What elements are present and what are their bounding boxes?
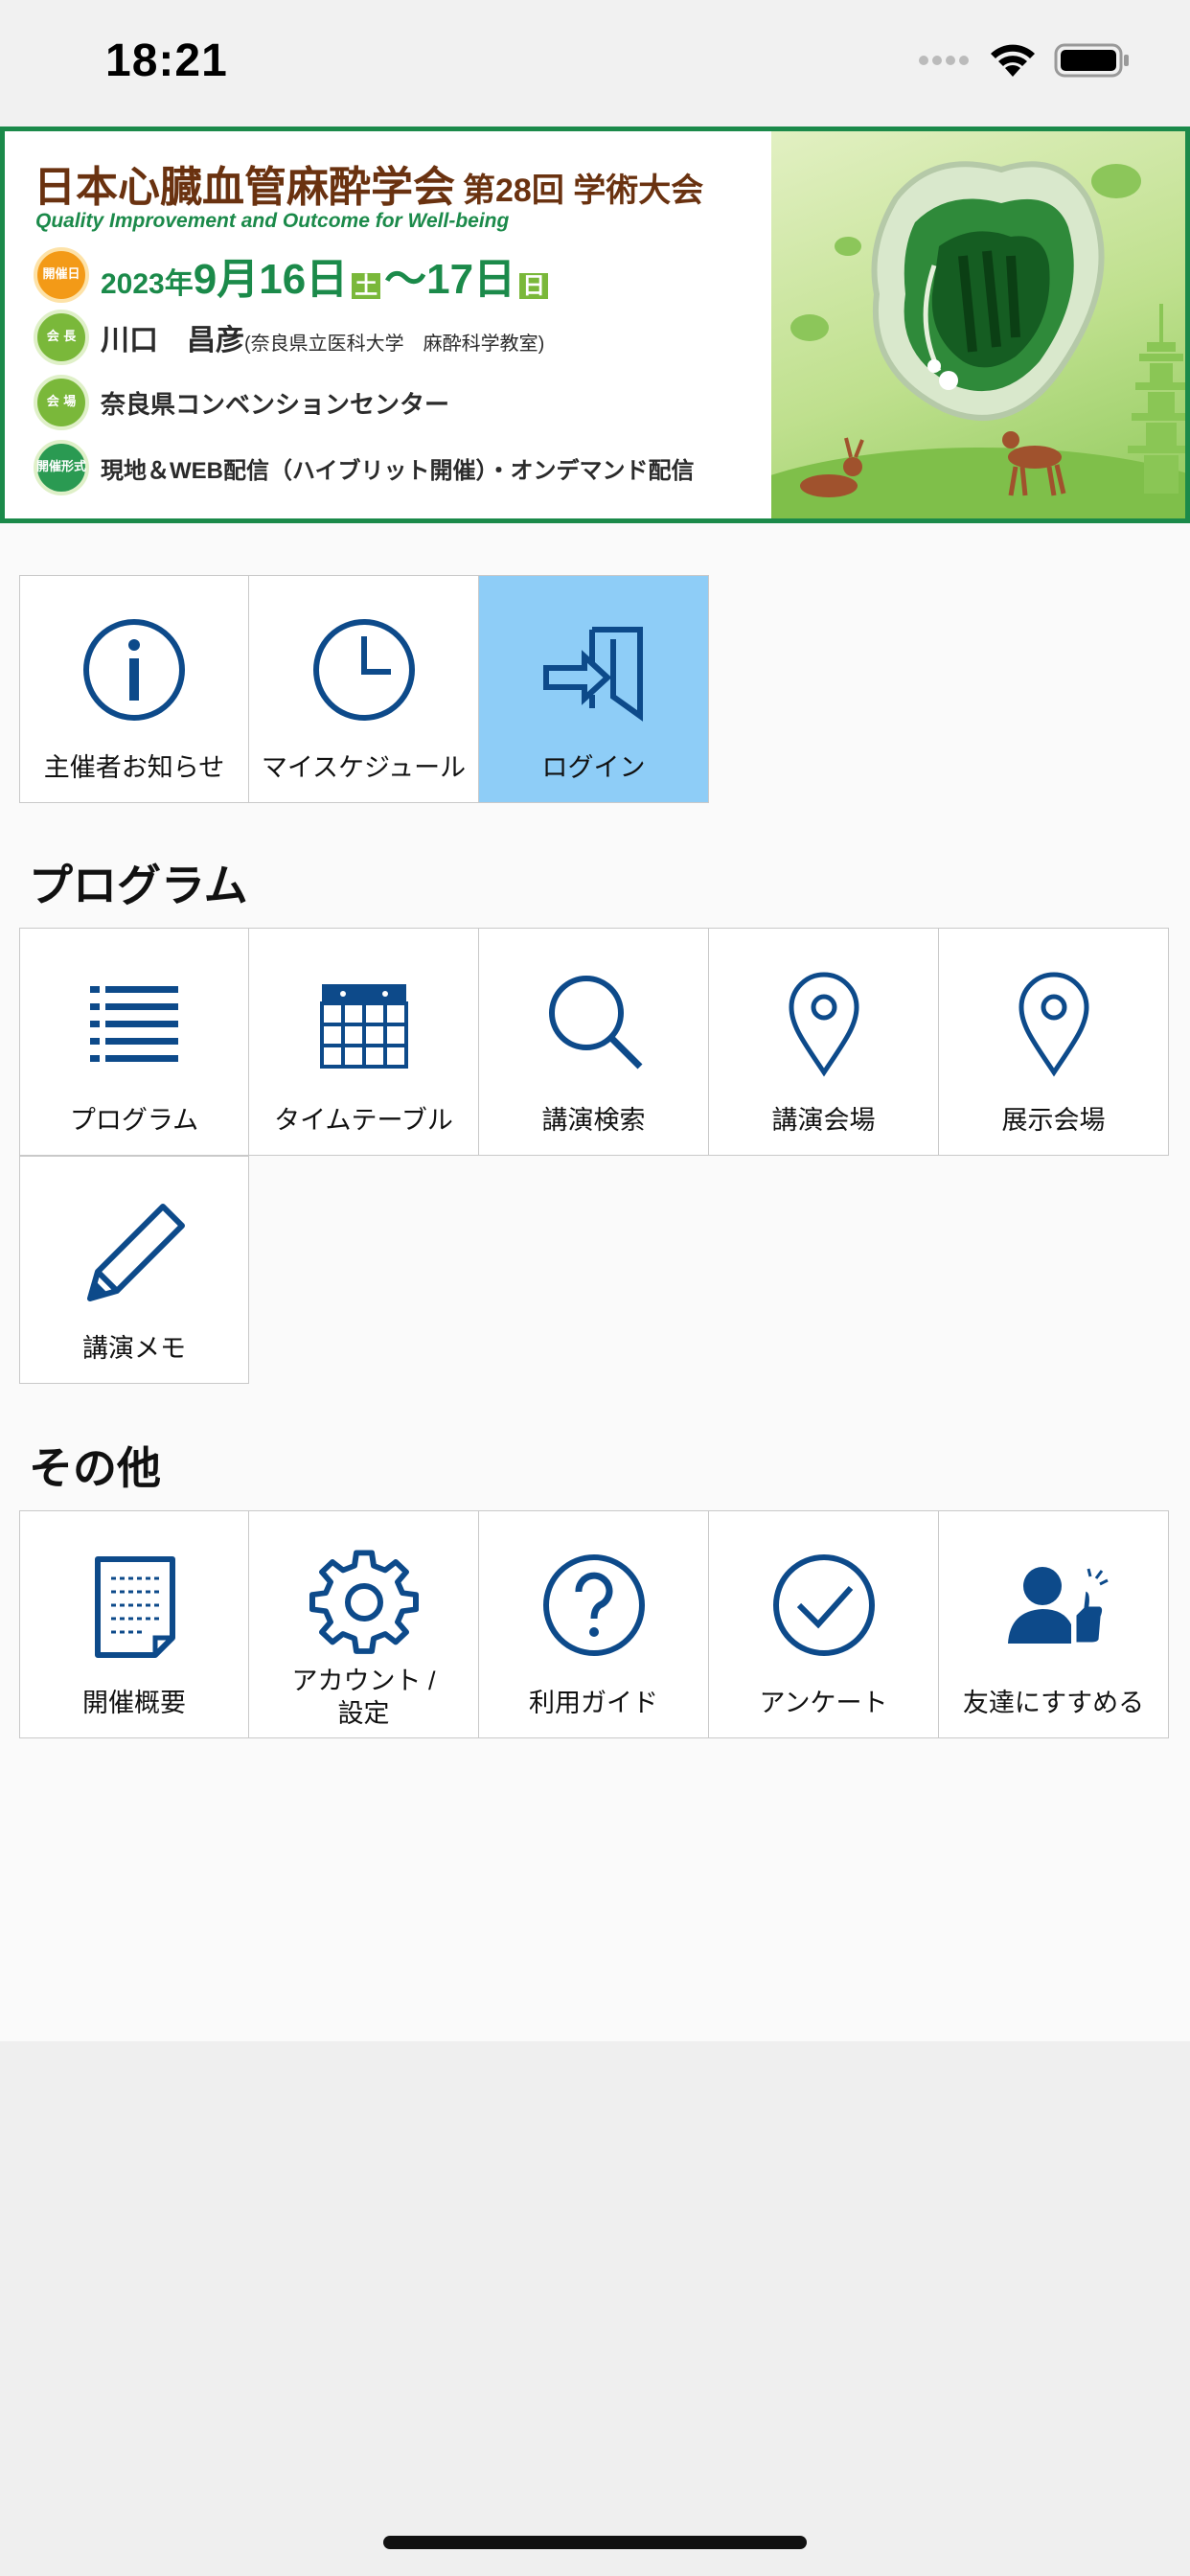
search-icon — [548, 976, 642, 1070]
tile-login[interactable]: ログイン — [479, 575, 709, 803]
document-icon — [95, 1556, 175, 1658]
tile-my-schedule[interactable]: マイスケジュール — [249, 575, 479, 803]
tile-event-overview[interactable]: 開催概要 — [19, 1510, 249, 1738]
tile-lecture-search[interactable]: 講演検索 — [479, 928, 709, 1156]
home-indicator[interactable] — [383, 2536, 807, 2549]
tile-timetable[interactable]: タイムテーブル — [249, 928, 479, 1156]
venue-badge: 会 場 — [34, 375, 89, 430]
banner-heart-illustration — [698, 131, 1185, 518]
tile-label: タイムテーブル — [274, 1106, 453, 1135]
banner-title: 日本心臓血管麻酔学会 第28回 学術大会 — [34, 152, 703, 214]
banner-title-main: 日本心臓血管麻酔学会 — [34, 164, 455, 211]
tile-program[interactable]: プログラム — [19, 928, 249, 1156]
president-name: 川口 昌彦 — [101, 325, 244, 356]
tile-label: マイスケジュール — [261, 753, 467, 782]
other-section-title: その他 — [29, 1443, 161, 1493]
status-bar: 18:21 — [0, 0, 1190, 126]
program-row-1: プログラム タイムテーブル 講演検索 講演会場 展示会場 — [19, 928, 1169, 1156]
tile-label-line2: 設定 — [337, 1699, 390, 1728]
president-text: 川口 昌彦(奈良県立医科大学 麻酔科学教室) — [101, 316, 544, 358]
president-badge: 会 長 — [34, 310, 89, 365]
tile-label: 講演会場 — [771, 1106, 876, 1135]
wifi-icon — [991, 44, 1035, 77]
tile-label: 利用ガイド — [529, 1689, 658, 1717]
banner-president-row: 会 長 川口 昌彦(奈良県立医科大学 麻酔科学教室) — [34, 310, 544, 365]
date-main: 9月16日 — [193, 256, 349, 303]
tile-label: 講演メモ — [82, 1334, 186, 1363]
program-section-title: プログラム — [29, 861, 248, 910]
tile-label: 講演検索 — [541, 1106, 646, 1135]
tile-label: プログラム — [69, 1106, 199, 1135]
signal-icon — [919, 56, 969, 65]
tile-label: ログイン — [541, 753, 646, 782]
banner-date: 2023年9月16日土～17日日 — [101, 244, 549, 306]
heart-illustration — [698, 161, 1185, 518]
clock-icon — [312, 619, 415, 721]
tile-label-multiline: アカウント / 設定 — [249, 1665, 478, 1730]
tile-label: 展示会場 — [1001, 1106, 1106, 1135]
venue-name: 奈良県コンベンションセンター — [101, 389, 450, 419]
banner-format-row: 開催形式 現地＆WEB配信（ハイブリット開催）・オンデマンド配信 — [34, 440, 695, 495]
tile-account-settings[interactable]: アカウント / 設定 — [249, 1510, 479, 1738]
location-pin-icon — [788, 972, 859, 1077]
banner-info: 日本心臓血管麻酔学会 第28回 学術大会 Quality Improvement … — [5, 131, 771, 518]
tile-lecture-memo[interactable]: 講演メモ — [19, 1156, 249, 1384]
pencil-icon — [87, 1204, 185, 1301]
format-text: 現地＆WEB配信（ハイブリット開催）・オンデマンド配信 — [101, 457, 695, 484]
date-badge: 開催日 — [34, 247, 89, 303]
tile-survey[interactable]: アンケート — [709, 1510, 939, 1738]
main-content: 主催者お知らせ マイスケジュール ログイン プログラム プログラム タイムテーブ… — [0, 523, 1190, 2041]
tile-label: 開催概要 — [82, 1689, 186, 1717]
calendar-icon — [319, 984, 408, 1069]
status-time: 18:21 — [105, 35, 228, 86]
date-year: 2023年 — [101, 268, 194, 300]
login-icon — [542, 627, 643, 722]
battery-icon — [1054, 43, 1129, 78]
date-sun-badge: 日 — [519, 273, 549, 299]
check-circle-icon — [772, 1554, 875, 1656]
banner-title-suffix: 第28回 学術大会 — [463, 172, 704, 209]
conference-banner: 日本心臓血管麻酔学会 第28回 学術大会 Quality Improvement … — [0, 126, 1190, 523]
president-affiliation: (奈良県立医科大学 麻酔科学教室) — [244, 334, 545, 355]
program-row-2: 講演メモ — [19, 1156, 249, 1384]
gear-icon — [309, 1550, 419, 1654]
status-icons — [918, 42, 1131, 79]
tile-recommend-friend[interactable]: 友達にすすめる — [939, 1510, 1169, 1738]
banner-subtitle: Quality Improvement and Outcome for Well… — [35, 210, 510, 232]
location-pin-icon — [1018, 972, 1089, 1077]
date-tilde: ～17日 — [384, 256, 516, 303]
other-row: 開催概要 アカウント / 設定 利用ガイド アンケート 友達にすすめる — [19, 1510, 1169, 1738]
tile-label: 主催者お知らせ — [43, 753, 225, 782]
info-icon — [83, 619, 185, 721]
recommend-icon — [1007, 1567, 1109, 1645]
tile-label: アンケート — [759, 1689, 888, 1717]
banner-date-row: 開催日 2023年9月16日土～17日日 — [34, 244, 549, 306]
tile-exhibition-venue[interactable]: 展示会場 — [939, 928, 1169, 1156]
tile-user-guide[interactable]: 利用ガイド — [479, 1510, 709, 1738]
format-badge: 開催形式 — [34, 440, 89, 495]
help-icon — [542, 1554, 645, 1656]
date-sat-badge: 土 — [352, 273, 381, 299]
banner-venue-row: 会 場 奈良県コンベンションセンター — [34, 375, 449, 430]
top-menu-row: 主催者お知らせ マイスケジュール ログイン — [19, 575, 709, 803]
tile-lecture-venue[interactable]: 講演会場 — [709, 928, 939, 1156]
tile-label: 友達にすすめる — [962, 1689, 1145, 1717]
tile-label-line1: アカウント / — [291, 1667, 436, 1695]
list-icon — [90, 986, 178, 1062]
tile-organizer-notices[interactable]: 主催者お知らせ — [19, 575, 249, 803]
